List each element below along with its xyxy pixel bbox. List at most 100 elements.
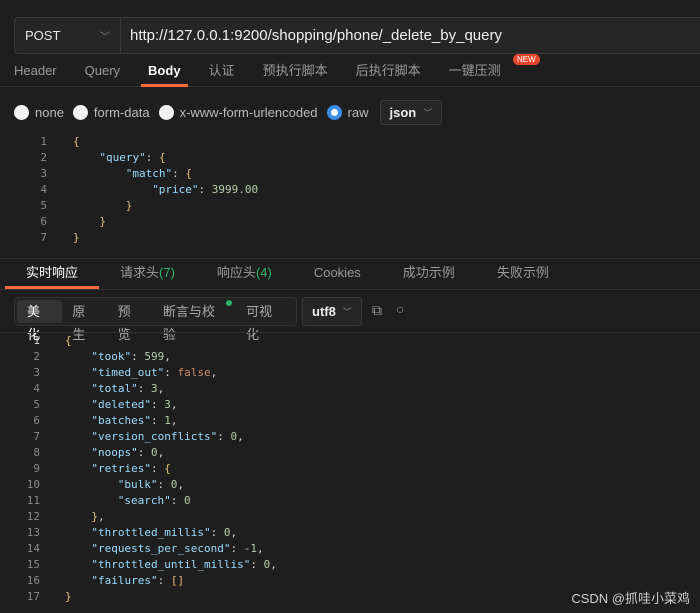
code-line: "retries": { — [91, 461, 170, 477]
radio-circle[interactable] — [14, 105, 29, 120]
response-tab-5[interactable]: 失败示例 — [476, 259, 570, 289]
code-line: "throttled_until_millis": 0, — [91, 557, 276, 573]
token: -1 — [243, 542, 257, 555]
token: { — [65, 334, 72, 347]
token: "bulk" — [117, 478, 158, 491]
radio-circle[interactable] — [72, 105, 88, 120]
response-tab-2[interactable]: 响应头(4) — [196, 259, 293, 289]
view-tab-label: 原生 — [72, 304, 86, 342]
token: : — [230, 542, 244, 555]
code-line: "price": 3999.00 — [152, 182, 258, 198]
token: : — [145, 151, 159, 164]
token: } — [73, 231, 80, 244]
radio-x-www-form-urlencoded[interactable]: x-www-form-urlencoded — [158, 105, 318, 120]
response-tab-4[interactable]: 成功示例 — [382, 259, 476, 289]
copy-icon[interactable]: ⧉ — [372, 302, 382, 319]
code-line: } — [126, 198, 133, 214]
tab-2[interactable]: Body — [134, 58, 195, 87]
encoding-select[interactable]: utf8 ﹀ — [302, 297, 362, 326]
token: "throttled_millis" — [91, 526, 211, 539]
radio-label: none — [35, 105, 64, 120]
token: : — [170, 494, 185, 507]
view-tab-0[interactable]: 美化 — [17, 300, 63, 342]
chevron-down-icon: ﹀ — [342, 307, 352, 317]
code-line: "bulk": 0, — [118, 477, 184, 493]
token: "throttled_until_millis" — [91, 558, 251, 571]
token: "version_conflicts" — [91, 430, 218, 443]
token: : — [250, 558, 264, 571]
status-dot — [226, 300, 233, 306]
token: : — [151, 398, 165, 411]
code-line: { — [73, 134, 80, 150]
token: "noops" — [91, 446, 138, 459]
view-tab-4[interactable]: 可视化 — [236, 300, 294, 342]
token: { — [159, 151, 166, 164]
line-number: 15 — [26, 558, 40, 571]
code-line: "timed_out": false, — [91, 365, 217, 381]
code-line: "search": 0 — [118, 493, 191, 509]
code-line: }, — [91, 509, 104, 525]
encoding-label: utf8 — [312, 304, 336, 319]
code-line: "requests_per_second": -1, — [91, 541, 263, 557]
token: "query" — [99, 151, 146, 164]
response-tab-3[interactable]: Cookies — [293, 259, 382, 289]
token: "search" — [117, 494, 171, 507]
response-tab-1[interactable]: 请求头(7) — [99, 259, 196, 289]
radio-label: form-data — [93, 105, 150, 120]
line-number: 14 — [26, 542, 40, 555]
view-tab-3[interactable]: 断言与校验 — [153, 300, 236, 342]
line-number: 16 — [26, 574, 40, 587]
code-line: "batches": 1, — [91, 413, 177, 429]
view-tab-2[interactable]: 预览 — [108, 300, 153, 342]
tab-3[interactable]: 认证 — [195, 58, 249, 87]
view-tab-1[interactable]: 原生 — [62, 300, 107, 342]
token: : — [157, 574, 171, 587]
response-tabs: 实时响应 请求头(7) 响应头(4) Cookies 成功示例 失败示例 — [5, 259, 570, 289]
radio-circle[interactable] — [326, 105, 342, 120]
line-number: 17 — [26, 590, 40, 603]
url-input[interactable]: http://127.0.0.1:9200/shopping/phone/_de… — [121, 27, 502, 44]
code-line: "deleted": 3, — [91, 397, 177, 413]
line-number: 5 — [40, 199, 47, 212]
tab-5[interactable]: 后执行脚本 — [342, 58, 435, 87]
token: { — [164, 462, 171, 475]
format-select[interactable]: json ﹀ — [379, 100, 443, 125]
tab-6[interactable]: 一键压测 — [435, 58, 515, 87]
response-tab-label: 请求头 — [120, 265, 160, 280]
token: : — [137, 446, 151, 459]
url-bar: POST ﹀ http://127.0.0.1:9200/shopping/ph… — [14, 17, 700, 54]
token: 0 — [151, 446, 158, 459]
token: 599 — [144, 350, 165, 363]
method-select[interactable]: POST ﹀ — [15, 18, 121, 53]
response-tab-0[interactable]: 实时响应 — [5, 259, 100, 289]
chevron-down-icon: ﹀ — [423, 108, 433, 118]
token: 3 — [151, 382, 158, 395]
response-tab-label: 失败示例 — [496, 265, 549, 280]
token: } — [125, 199, 133, 212]
tab-4[interactable]: 预执行脚本 — [249, 58, 342, 87]
radio-none[interactable]: none — [14, 105, 64, 120]
code-line: "took": 599, — [91, 349, 171, 365]
token: : — [157, 478, 171, 491]
token: , — [237, 430, 244, 443]
token: , — [230, 526, 238, 539]
response-view-tabs: 美化 原生 预览 断言与校验 可视化 — [14, 297, 297, 342]
line-number: 2 — [40, 151, 47, 164]
body-type-radios: none form-data x-www-form-urlencoded raw jso… — [14, 100, 443, 125]
method-label: POST — [25, 28, 61, 43]
token: , — [164, 350, 171, 363]
token: 1 — [164, 414, 171, 427]
token: , — [210, 366, 218, 379]
radio-form-data[interactable]: form-data — [72, 105, 150, 120]
search-icon[interactable]: ○ — [396, 301, 404, 317]
line-number: 10 — [26, 478, 40, 491]
token: : — [151, 462, 165, 475]
code-line: "failures": [] — [91, 573, 184, 589]
tab-1[interactable]: Query — [71, 58, 134, 87]
token: "timed_out" — [91, 366, 165, 379]
format-label: json — [389, 105, 417, 120]
tab-0[interactable]: Header — [0, 58, 71, 87]
token: { — [73, 135, 80, 148]
radio-raw[interactable]: raw — [326, 105, 369, 120]
radio-circle[interactable] — [158, 105, 174, 120]
